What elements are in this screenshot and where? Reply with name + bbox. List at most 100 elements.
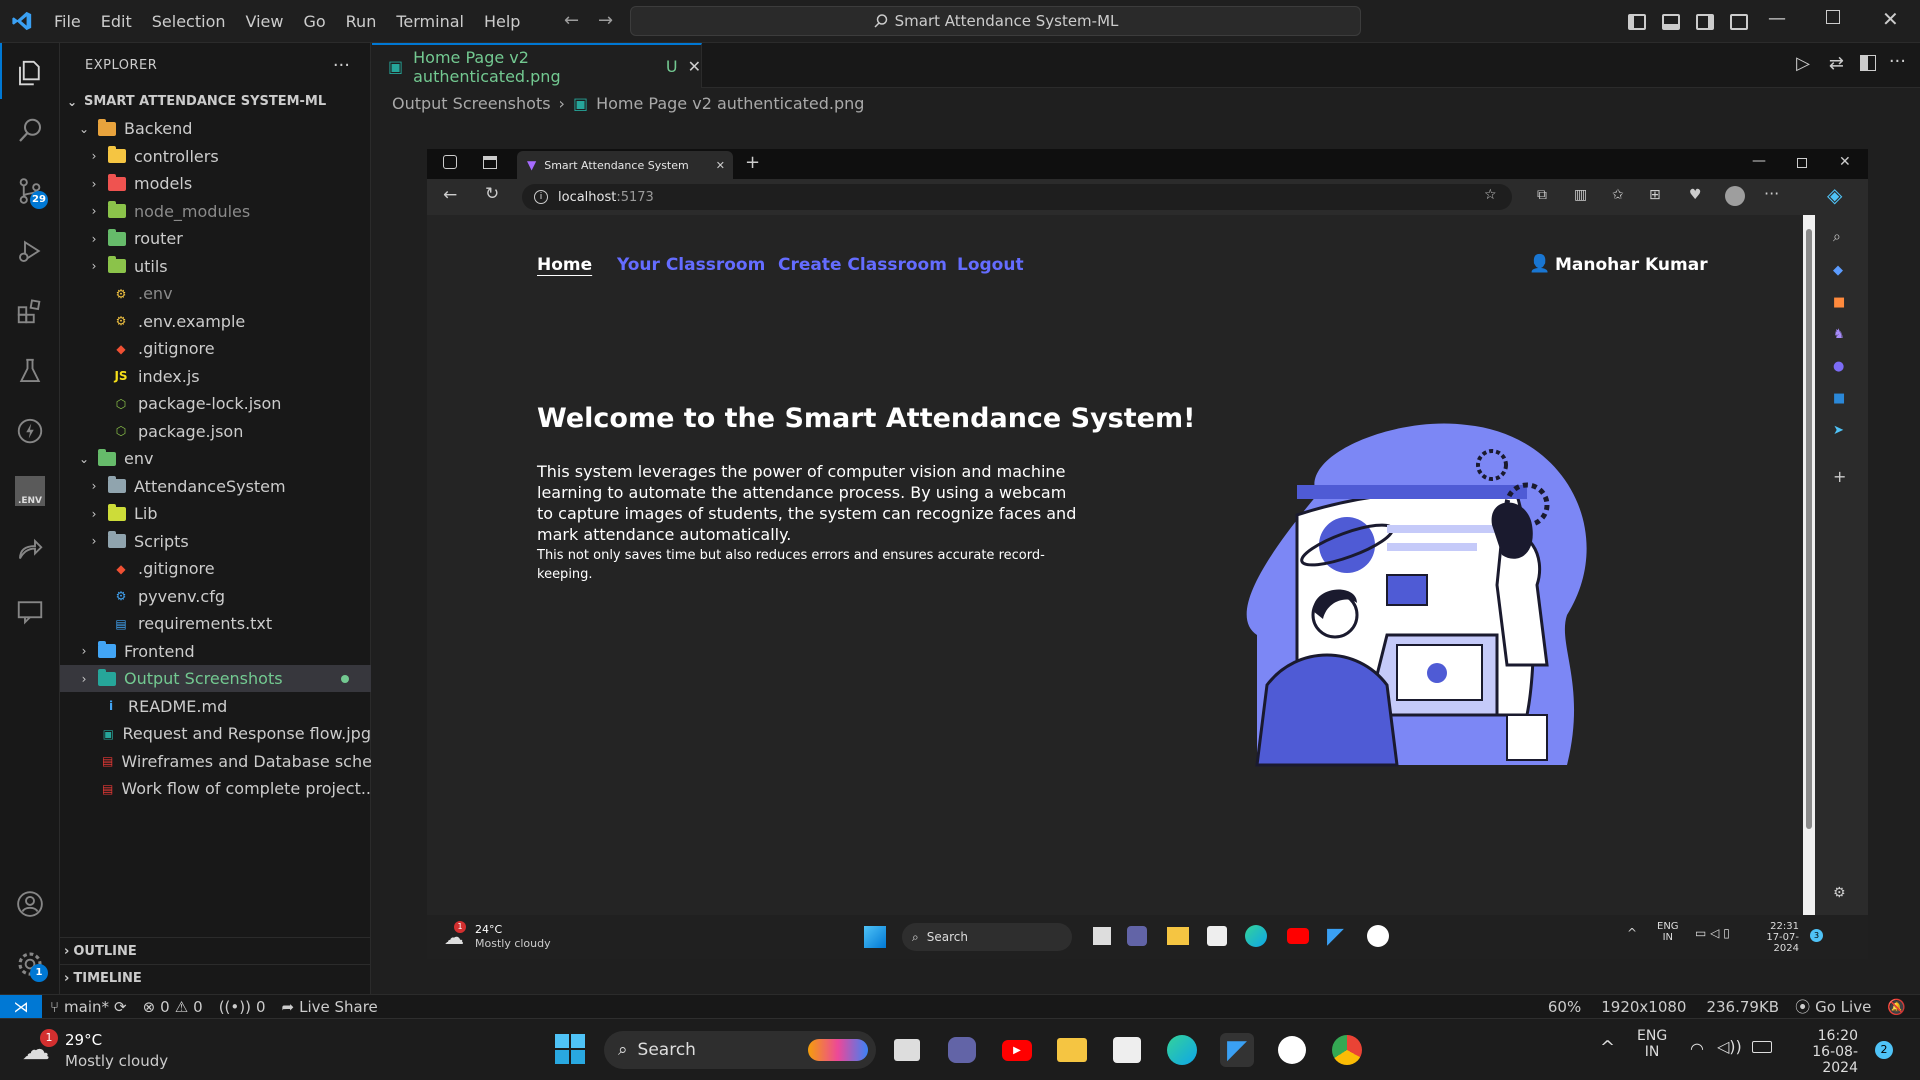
tree-item[interactable]: ◆ .gitignore	[60, 555, 371, 582]
language-indicator[interactable]: ENG IN	[1637, 1028, 1667, 1060]
tree-item[interactable]: › AttendanceSystem	[60, 473, 371, 500]
live-share-icon[interactable]	[0, 523, 60, 579]
tree-item[interactable]: ⚙ pyvenv.cfg	[60, 583, 371, 610]
dotenv-icon[interactable]: .ENV	[0, 463, 60, 519]
ports-indicator[interactable]: ((•)) 0	[211, 998, 274, 1016]
tree-item[interactable]: ▤ Work flow of complete project....	[60, 775, 371, 802]
tree-item[interactable]: › Frontend	[60, 638, 371, 665]
edge-icon[interactable]	[1165, 1033, 1199, 1067]
live-share-button[interactable]: ➦ Live Share	[274, 998, 386, 1016]
clock[interactable]: 16:20 16-08-2024	[1780, 1028, 1858, 1076]
explorer-icon[interactable]	[0, 45, 60, 101]
customize-layout-icon[interactable]	[1730, 13, 1748, 30]
menu-help[interactable]: Help	[474, 0, 530, 43]
volume-icon[interactable]: ◁))	[1717, 1037, 1742, 1056]
compare-changes-icon[interactable]: ⇄	[1829, 53, 1844, 74]
close-button[interactable]: ✕	[1882, 7, 1899, 31]
user-name: Manohar Kumar	[1555, 255, 1708, 275]
more-actions-icon[interactable]: ···	[333, 55, 350, 76]
search-icon[interactable]	[0, 103, 60, 159]
copilot-icon: ◈	[1827, 183, 1843, 207]
outline-section[interactable]: › OUTLINE	[60, 937, 371, 964]
menu-file[interactable]: File	[44, 0, 91, 43]
tree-item[interactable]: › models	[60, 170, 371, 197]
menu-terminal[interactable]: Terminal	[386, 0, 474, 43]
youtube-icon[interactable]: ▶	[1000, 1033, 1034, 1067]
workspace-root[interactable]: ⌄ SMART ATTENDANCE SYSTEM-ML	[60, 88, 371, 115]
forward-arrow-icon[interactable]: →	[590, 10, 621, 31]
tab-home-page-image[interactable]: ▣ Home Page v2 authenticated.png U ✕	[372, 43, 702, 88]
tree-item[interactable]: › Lib	[60, 500, 371, 527]
battery-icon[interactable]	[1752, 1041, 1772, 1053]
tree-item[interactable]: ⬡ package.json	[60, 418, 371, 445]
status-bar: ⋊ ⑂ main* ⟳ ⊗ 0 ⚠ 0 ((•)) 0 ➦ Live Share 60% 19…	[0, 994, 1920, 1019]
run-icon[interactable]: ▷	[1796, 53, 1810, 74]
problems-indicator[interactable]: ⊗ 0 ⚠ 0	[135, 998, 211, 1016]
menu-view[interactable]: View	[236, 0, 294, 43]
timeline-section[interactable]: › TIMELINE	[60, 964, 371, 991]
minimize-button[interactable]: —	[1768, 8, 1786, 29]
tree-item[interactable]: ⌄ Backend	[60, 115, 371, 142]
tree-item[interactable]: ⌄ env	[60, 445, 371, 472]
menu-run[interactable]: Run	[336, 0, 387, 43]
source-control-icon[interactable]: 29	[0, 163, 60, 219]
toggle-primary-sidebar-icon[interactable]	[1628, 13, 1646, 30]
task-view-icon[interactable]	[890, 1033, 924, 1067]
image-file-icon: ▣	[572, 93, 589, 113]
accounts-icon[interactable]	[0, 876, 60, 932]
tree-item[interactable]: ⚙ .env.example	[60, 308, 371, 335]
menu-go[interactable]: Go	[293, 0, 335, 43]
breadcrumb-file[interactable]: Home Page v2 authenticated.png	[596, 94, 864, 113]
close-tab-icon[interactable]: ✕	[688, 57, 701, 76]
menu-edit[interactable]: Edit	[91, 0, 142, 43]
vscode-icon[interactable]: ◤	[1220, 1033, 1254, 1067]
tree-item-label: Frontend	[124, 641, 195, 661]
tree-item[interactable]: › utils	[60, 253, 371, 280]
restore-button[interactable]	[1826, 10, 1840, 24]
tree-item[interactable]: › Output Screenshots	[60, 665, 371, 692]
wifi-icon[interactable]: ◠	[1690, 1039, 1704, 1058]
tree-item[interactable]: › node_modules	[60, 198, 371, 225]
extensions-icon[interactable]	[0, 283, 60, 339]
tree-item[interactable]: ◆ .gitignore	[60, 335, 371, 362]
tree-item[interactable]: JS index.js	[60, 363, 371, 390]
testing-flask-icon[interactable]	[0, 343, 60, 399]
tree-item[interactable]: ▣ Request and Response flow.jpg	[60, 720, 371, 747]
breadcrumb-folder[interactable]: Output Screenshots	[392, 94, 551, 113]
tree-item[interactable]: ▤ requirements.txt	[60, 610, 371, 637]
tree-item[interactable]: ⚙ .env	[60, 280, 371, 307]
run-debug-icon[interactable]	[0, 223, 60, 279]
branch-indicator[interactable]: ⑂ main* ⟳	[42, 998, 135, 1016]
store-icon[interactable]	[1110, 1033, 1144, 1067]
scroll-thumb	[1806, 229, 1812, 829]
tree-item[interactable]: › router	[60, 225, 371, 252]
tree-item[interactable]: › controllers	[60, 143, 371, 170]
windows-start-icon[interactable]	[555, 1034, 585, 1064]
zoom-level[interactable]: 60%	[1540, 998, 1589, 1016]
toggle-secondary-sidebar-icon[interactable]	[1696, 13, 1714, 30]
more-actions-icon[interactable]: ···	[1889, 51, 1906, 72]
thunder-client-icon[interactable]	[0, 403, 60, 459]
notification-badge[interactable]: 2	[1875, 1041, 1893, 1059]
clock: 22:31 17-07-2024	[1766, 921, 1799, 954]
split-editor-icon[interactable]	[1860, 55, 1876, 71]
settings-gear-icon[interactable]: 1	[0, 936, 60, 992]
notifications-bell-icon[interactable]: 🔕	[1879, 998, 1920, 1016]
tree-item[interactable]: i README.md	[60, 693, 371, 720]
teams-icon[interactable]	[945, 1033, 979, 1067]
remote-indicator-icon[interactable]: ⋊	[0, 994, 42, 1019]
file-explorer-icon[interactable]	[1055, 1033, 1089, 1067]
go-live-button[interactable]: ⦿ Go Live	[1787, 996, 1879, 1017]
command-center-search[interactable]: Smart Attendance System-ML	[630, 6, 1361, 36]
tree-item[interactable]: ▤ Wireframes and Database sche...	[60, 748, 371, 775]
chrome-icon[interactable]	[1330, 1033, 1364, 1067]
toggle-panel-icon[interactable]	[1662, 13, 1680, 30]
chevron-up-icon[interactable]: ^	[1600, 1037, 1615, 1058]
menu-selection[interactable]: Selection	[142, 0, 236, 43]
chat-icon[interactable]	[0, 583, 60, 639]
back-arrow-icon[interactable]: ←	[556, 10, 587, 31]
tree-item[interactable]: ⬡ package-lock.json	[60, 390, 371, 417]
tree-item[interactable]: › Scripts	[60, 528, 371, 555]
github-icon[interactable]	[1275, 1033, 1309, 1067]
taskbar-search[interactable]: ⌕ Search	[604, 1031, 876, 1069]
